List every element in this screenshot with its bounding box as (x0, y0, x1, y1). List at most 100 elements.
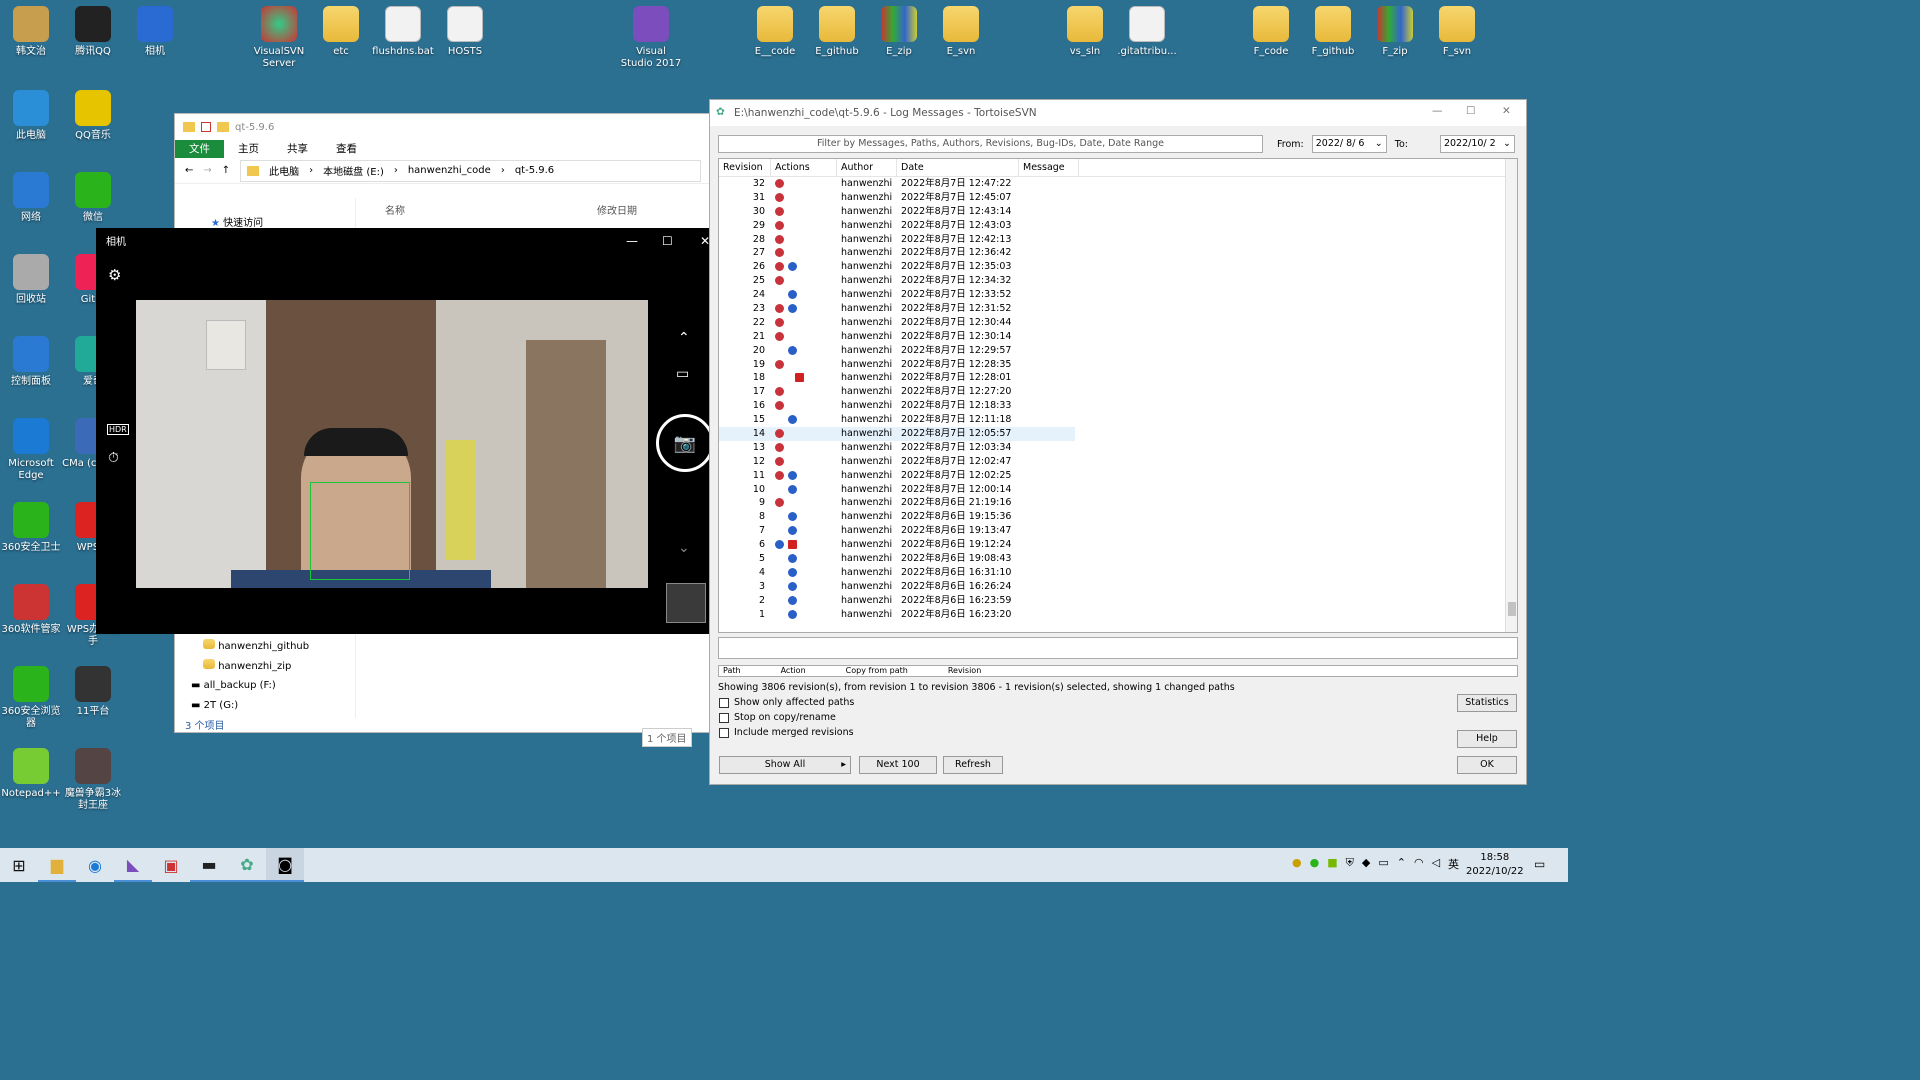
battery-icon[interactable]: ▭ (1378, 856, 1388, 872)
revision-row[interactable]: 19 hanwenzhi 2022年8月7日 12:28:35 (719, 358, 1517, 372)
revision-row[interactable]: 8 hanwenzhi 2022年8月6日 19:15:36 (719, 510, 1517, 524)
taskbar-tortoisesvn[interactable]: ✿ (228, 848, 266, 882)
desktop-icon[interactable]: 此电脑 (0, 90, 62, 142)
to-date-picker[interactable]: 2022/10/ 2 ⌄ (1439, 135, 1515, 153)
taskbar-edge[interactable]: ◉ (76, 848, 114, 882)
breadcrumb-this-pc[interactable]: 此电脑 (269, 163, 299, 178)
tray-icon-nvidia[interactable]: ■ (1327, 856, 1337, 872)
breadcrumb-drive-e[interactable]: 本地磁盘 (E:) (323, 163, 384, 178)
desktop-icon[interactable]: 韩文治 (0, 6, 62, 58)
tab-share[interactable]: 共享 (273, 140, 322, 158)
col-actions[interactable]: Actions (771, 159, 837, 176)
desktop-icon[interactable]: flushdns.bat (372, 6, 434, 58)
revision-row[interactable]: 1 hanwenzhi 2022年8月6日 16:23:20 (719, 608, 1517, 622)
revision-row[interactable]: 11 hanwenzhi 2022年8月7日 12:02:25 (719, 469, 1517, 483)
up-icon[interactable]: ↑ (222, 165, 230, 176)
shutter-button[interactable]: 📷 (656, 414, 714, 472)
include-merged-checkbox[interactable]: Include merged revisions (719, 727, 854, 738)
desktop-icon[interactable]: 回收站 (0, 254, 62, 306)
ok-button[interactable]: OK (1457, 756, 1517, 774)
tray-icon-wechat[interactable]: ● (1310, 856, 1320, 872)
minimize-button[interactable]: — (626, 234, 638, 248)
revision-list[interactable]: Revision Actions Author Date Message 32 h… (718, 158, 1518, 633)
desktop-icon[interactable]: F_code (1240, 6, 1302, 58)
revision-row[interactable]: 5 hanwenzhi 2022年8月6日 19:08:43 (719, 552, 1517, 566)
col-author[interactable]: Author (837, 159, 897, 176)
desktop-icon[interactable]: .gitattribu... (1116, 6, 1178, 58)
revision-row[interactable]: 27 hanwenzhi 2022年8月7日 12:36:42 (719, 246, 1517, 260)
from-date-picker[interactable]: 2022/ 8/ 6 ⌄ (1311, 135, 1387, 153)
revision-row[interactable]: 18 hanwenzhi 2022年8月7日 12:28:01 (719, 371, 1517, 385)
video-mode-icon[interactable]: ▭ (676, 366, 689, 382)
last-photo-thumbnail[interactable] (666, 583, 706, 623)
desktop-icon[interactable]: E__code (744, 6, 806, 58)
desktop-icon[interactable]: F_github (1302, 6, 1364, 58)
desktop-icon[interactable]: E_github (806, 6, 868, 58)
revision-row[interactable]: 6 hanwenzhi 2022年8月6日 19:12:24 (719, 538, 1517, 552)
refresh-button[interactable]: Refresh (943, 756, 1003, 774)
revision-row[interactable]: 4 hanwenzhi 2022年8月6日 16:31:10 (719, 566, 1517, 580)
filter-input[interactable]: Filter by Messages, Paths, Authors, Revi… (718, 135, 1263, 153)
desktop-icon[interactable]: Visual Studio 2017 (620, 6, 682, 70)
revision-row[interactable]: 7 hanwenzhi 2022年8月6日 19:13:47 (719, 524, 1517, 538)
revision-row[interactable]: 17 hanwenzhi 2022年8月7日 12:27:20 (719, 385, 1517, 399)
forward-icon[interactable]: → (203, 165, 211, 176)
hdr-icon[interactable]: HDR (107, 424, 129, 435)
tree-item-drive-f[interactable]: ▬ all_backup (F:) (191, 676, 309, 696)
column-name[interactable]: 名称 (385, 202, 405, 217)
revision-row[interactable]: 32 hanwenzhi 2022年8月7日 12:47:22 (719, 177, 1517, 191)
desktop-icon[interactable]: 魔兽争霸3冰封王座 (62, 748, 124, 812)
breadcrumb-hanwenzhi-code[interactable]: hanwenzhi_code (408, 165, 491, 176)
close-button[interactable]: ✕ (1502, 105, 1511, 117)
desktop-icon[interactable]: QQ音乐 (62, 90, 124, 142)
revision-row[interactable]: 24 hanwenzhi 2022年8月7日 12:33:52 (719, 288, 1517, 302)
revision-row[interactable]: 23 hanwenzhi 2022年8月7日 12:31:52 (719, 302, 1517, 316)
breadcrumb-qt[interactable]: qt-5.9.6 (515, 165, 554, 176)
desktop-icon[interactable]: Microsoft Edge (0, 418, 62, 482)
revision-row[interactable]: 26 hanwenzhi 2022年8月7日 12:35:03 (719, 260, 1517, 274)
desktop-icon[interactable]: Notepad++ (0, 748, 62, 800)
desktop-icon[interactable]: 腾讯QQ (62, 6, 124, 58)
desktop-icon[interactable]: 控制面板 (0, 336, 62, 388)
column-modified[interactable]: 修改日期 (597, 202, 637, 217)
tray-icon-1[interactable]: ● (1292, 856, 1302, 872)
chevron-up-icon[interactable]: ⌃ (1397, 856, 1406, 872)
message-box[interactable] (718, 637, 1518, 659)
clock[interactable]: 18:58 2022/10/22 (1466, 851, 1524, 879)
maximize-button[interactable]: ☐ (1466, 105, 1475, 117)
notification-icon[interactable]: ▭ (1534, 857, 1545, 871)
revision-row[interactable]: 31 hanwenzhi 2022年8月7日 12:45:07 (719, 191, 1517, 205)
revision-row[interactable]: 13 hanwenzhi 2022年8月7日 12:03:34 (719, 441, 1517, 455)
statistics-button[interactable]: Statistics (1457, 694, 1517, 712)
revision-row[interactable]: 3 hanwenzhi 2022年8月6日 16:26:24 (719, 580, 1517, 594)
revision-row[interactable]: 25 hanwenzhi 2022年8月7日 12:34:32 (719, 274, 1517, 288)
desktop-icon[interactable]: 360安全浏览器 (0, 666, 62, 730)
properties-icon[interactable] (201, 122, 211, 132)
ime-indicator[interactable]: 英 (1448, 856, 1459, 872)
desktop-icon[interactable]: HOSTS (434, 6, 496, 58)
revision-row[interactable]: 9 hanwenzhi 2022年8月6日 21:19:16 (719, 496, 1517, 510)
desktop-icon[interactable]: 11平台 (62, 666, 124, 718)
chevron-down-icon[interactable]: ⌄ (678, 540, 690, 556)
desktop-icon[interactable]: vs_sln (1054, 6, 1116, 58)
desktop-icon[interactable]: VisualSVN Server (248, 6, 310, 70)
scrollbar[interactable] (1505, 159, 1517, 632)
revision-row[interactable]: 29 hanwenzhi 2022年8月7日 12:43:03 (719, 219, 1517, 233)
help-button[interactable]: Help (1457, 730, 1517, 748)
desktop-icon[interactable]: 网络 (0, 172, 62, 224)
tab-view[interactable]: 查看 (322, 140, 371, 158)
revision-row[interactable]: 15 hanwenzhi 2022年8月7日 12:11:18 (719, 413, 1517, 427)
taskbar-visual-studio[interactable]: ◣ (114, 848, 152, 882)
revision-row[interactable]: 14 hanwenzhi 2022年8月7日 12:05:57 (719, 427, 1075, 441)
revision-row[interactable]: 22 hanwenzhi 2022年8月7日 12:30:44 (719, 316, 1517, 330)
desktop-icon[interactable]: 相机 (124, 6, 186, 58)
address-bar[interactable]: 此电脑 › 本地磁盘 (E:) › hanwenzhi_code › qt-5.9.6 (240, 159, 701, 182)
tree-item-zip[interactable]: hanwenzhi_zip (203, 657, 309, 677)
desktop-icon[interactable]: etc (310, 6, 372, 58)
taskbar-explorer[interactable]: ▆ (38, 848, 76, 882)
desktop-icon[interactable]: 360软件管家 (0, 584, 62, 636)
nav-quick-access[interactable]: ★ 快速访问 (211, 214, 263, 229)
desktop-icon[interactable]: F_zip (1364, 6, 1426, 58)
desktop-icon[interactable]: E_svn (930, 6, 992, 58)
taskbar-camera[interactable]: ◙ (266, 848, 304, 882)
